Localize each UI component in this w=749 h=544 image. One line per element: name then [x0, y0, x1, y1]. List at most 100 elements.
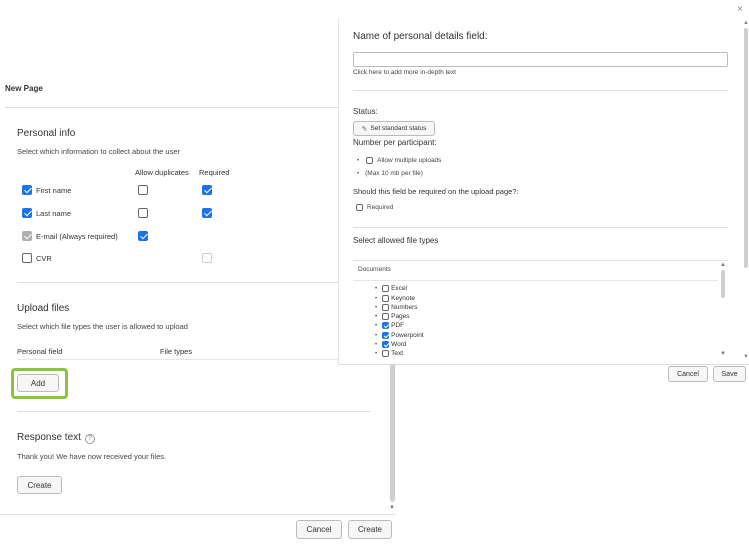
file-type-checkbox[interactable] — [382, 332, 390, 339]
file-type-item[interactable]: • Numbers — [375, 304, 417, 311]
file-type-checkbox[interactable] — [382, 304, 390, 311]
bullet: • — [375, 341, 378, 348]
include-email-checkbox — [22, 231, 32, 241]
file-type-item[interactable]: • Excel — [375, 285, 407, 292]
file-type-label: PDF — [391, 322, 405, 329]
close-icon[interactable]: × — [737, 4, 743, 15]
bullet: • — [357, 157, 360, 164]
bullet: • — [357, 170, 360, 177]
file-type-label: Excel — [391, 285, 408, 292]
required-checkbox[interactable] — [356, 204, 363, 211]
file-type-checkbox[interactable] — [382, 341, 390, 348]
file-type-label: Numbers — [391, 304, 418, 311]
personal-info-title: Personal info — [17, 128, 76, 139]
file-type-label: Word — [391, 341, 407, 348]
bullet: • — [375, 304, 378, 311]
divider — [338, 364, 749, 365]
set-status-button[interactable]: ✎ Set standard status — [353, 121, 435, 136]
cvr-required-checkbox — [202, 253, 212, 263]
allow-multiple-checkbox[interactable] — [366, 157, 374, 164]
col-file-types: File types — [160, 347, 193, 356]
file-type-item[interactable]: • Keynote — [375, 295, 415, 302]
bullet: • — [375, 313, 378, 320]
file-type-label: Text — [391, 350, 404, 357]
divider — [353, 227, 728, 228]
pencil-icon: ✎ — [361, 125, 368, 133]
file-type-label: Powerpoint — [391, 332, 424, 339]
cvr-label: CVR — [36, 254, 52, 263]
max-size-row: • (Max 10 mb per file) — [357, 170, 423, 177]
file-type-item[interactable]: • Word — [375, 341, 407, 348]
add-button[interactable]: Add — [17, 374, 59, 392]
required-label: Required — [367, 204, 394, 211]
first-name-required-checkbox[interactable] — [202, 185, 212, 195]
number-label: Number per participant: — [353, 138, 437, 147]
col-required: Required — [199, 168, 230, 177]
file-type-checkbox[interactable] — [382, 285, 390, 292]
bullet: • — [375, 322, 378, 329]
personal-info-subtitle: Select which information to collect abou… — [17, 147, 181, 156]
scroll-down-arrow-icon[interactable]: ▼ — [743, 354, 749, 360]
footer-create-button[interactable]: Create — [348, 520, 392, 539]
response-text-title: Response text — [17, 432, 81, 443]
col-personal-field: Personal field — [17, 347, 63, 356]
left-scrollbar[interactable] — [390, 362, 395, 502]
upload-files-title: Upload files — [17, 303, 70, 314]
bullet: • — [375, 295, 378, 302]
col-allow-duplicates: Allow duplicates — [135, 168, 189, 177]
response-text-body: Thank you! We have now received your fil… — [17, 452, 167, 461]
footer-cancel-button[interactable]: Cancel — [296, 520, 342, 539]
panel-save-button[interactable]: Save — [713, 366, 746, 382]
include-cvr-checkbox[interactable] — [22, 253, 32, 263]
max-size-note: (Max 10 mb per file) — [365, 170, 423, 177]
file-type-item[interactable]: • Pages — [375, 313, 410, 320]
allow-multiple-row: • Allow multiple uploads — [357, 157, 441, 164]
upload-files-subtitle: Select which file types the user is allo… — [17, 322, 188, 331]
name-field-label: Name of personal details field: — [353, 31, 488, 42]
last-name-label: Last name — [36, 209, 72, 218]
scroll-down-arrow-icon[interactable]: ▼ — [720, 351, 726, 357]
include-first-name-checkbox[interactable] — [22, 185, 32, 195]
help-icon[interactable]: ? — [85, 434, 95, 444]
file-type-label: Pages — [391, 313, 410, 320]
file-type-item[interactable]: • Text — [375, 350, 403, 357]
file-type-checkbox[interactable] — [382, 313, 390, 320]
first-name-allow-duplicates-checkbox[interactable] — [138, 185, 148, 195]
scroll-up-arrow-icon[interactable]: ▲ — [743, 20, 749, 26]
scroll-up-arrow-icon[interactable]: ▲ — [720, 262, 726, 268]
footer-divider — [0, 514, 395, 515]
file-type-checkbox[interactable] — [382, 322, 390, 329]
required-question: Should this field be required on the upl… — [353, 187, 519, 196]
page-title: New Page — [5, 84, 43, 93]
divider — [5, 107, 370, 108]
divider — [17, 359, 338, 360]
email-allow-duplicates-checkbox[interactable] — [138, 231, 148, 241]
bullet: • — [375, 350, 378, 357]
divider — [17, 411, 370, 412]
in-depth-text-link[interactable]: Click here to add more in-depth text — [353, 69, 456, 76]
file-type-checkbox[interactable] — [382, 350, 390, 357]
allowed-types-label: Select allowed file types — [353, 236, 439, 245]
documents-label: Documents — [358, 266, 391, 273]
include-last-name-checkbox[interactable] — [22, 208, 32, 218]
first-name-label: First name — [36, 186, 72, 195]
last-name-required-checkbox[interactable] — [202, 208, 212, 218]
divider — [353, 280, 718, 281]
file-type-item[interactable]: • Powerpoint — [375, 332, 424, 339]
right-scrollbar[interactable] — [744, 28, 748, 268]
file-types-scrollbar[interactable] — [721, 270, 725, 298]
bullet: • — [375, 332, 378, 339]
panel-cancel-button[interactable]: Cancel — [668, 366, 708, 382]
response-create-button[interactable]: Create — [17, 476, 62, 494]
file-type-checkbox[interactable] — [382, 295, 390, 302]
divider — [17, 282, 370, 283]
scroll-down-arrow-icon[interactable]: ▼ — [389, 505, 395, 511]
email-label: E-mail (Always required) — [36, 232, 118, 241]
last-name-allow-duplicates-checkbox[interactable] — [138, 208, 148, 218]
file-type-label: Keynote — [391, 295, 415, 302]
bullet: • — [375, 285, 378, 292]
file-type-item[interactable]: • PDF — [375, 322, 404, 329]
allow-multiple-label: Allow multiple uploads — [377, 157, 442, 164]
name-field-input[interactable] — [353, 52, 728, 67]
required-row: Required — [356, 204, 393, 211]
